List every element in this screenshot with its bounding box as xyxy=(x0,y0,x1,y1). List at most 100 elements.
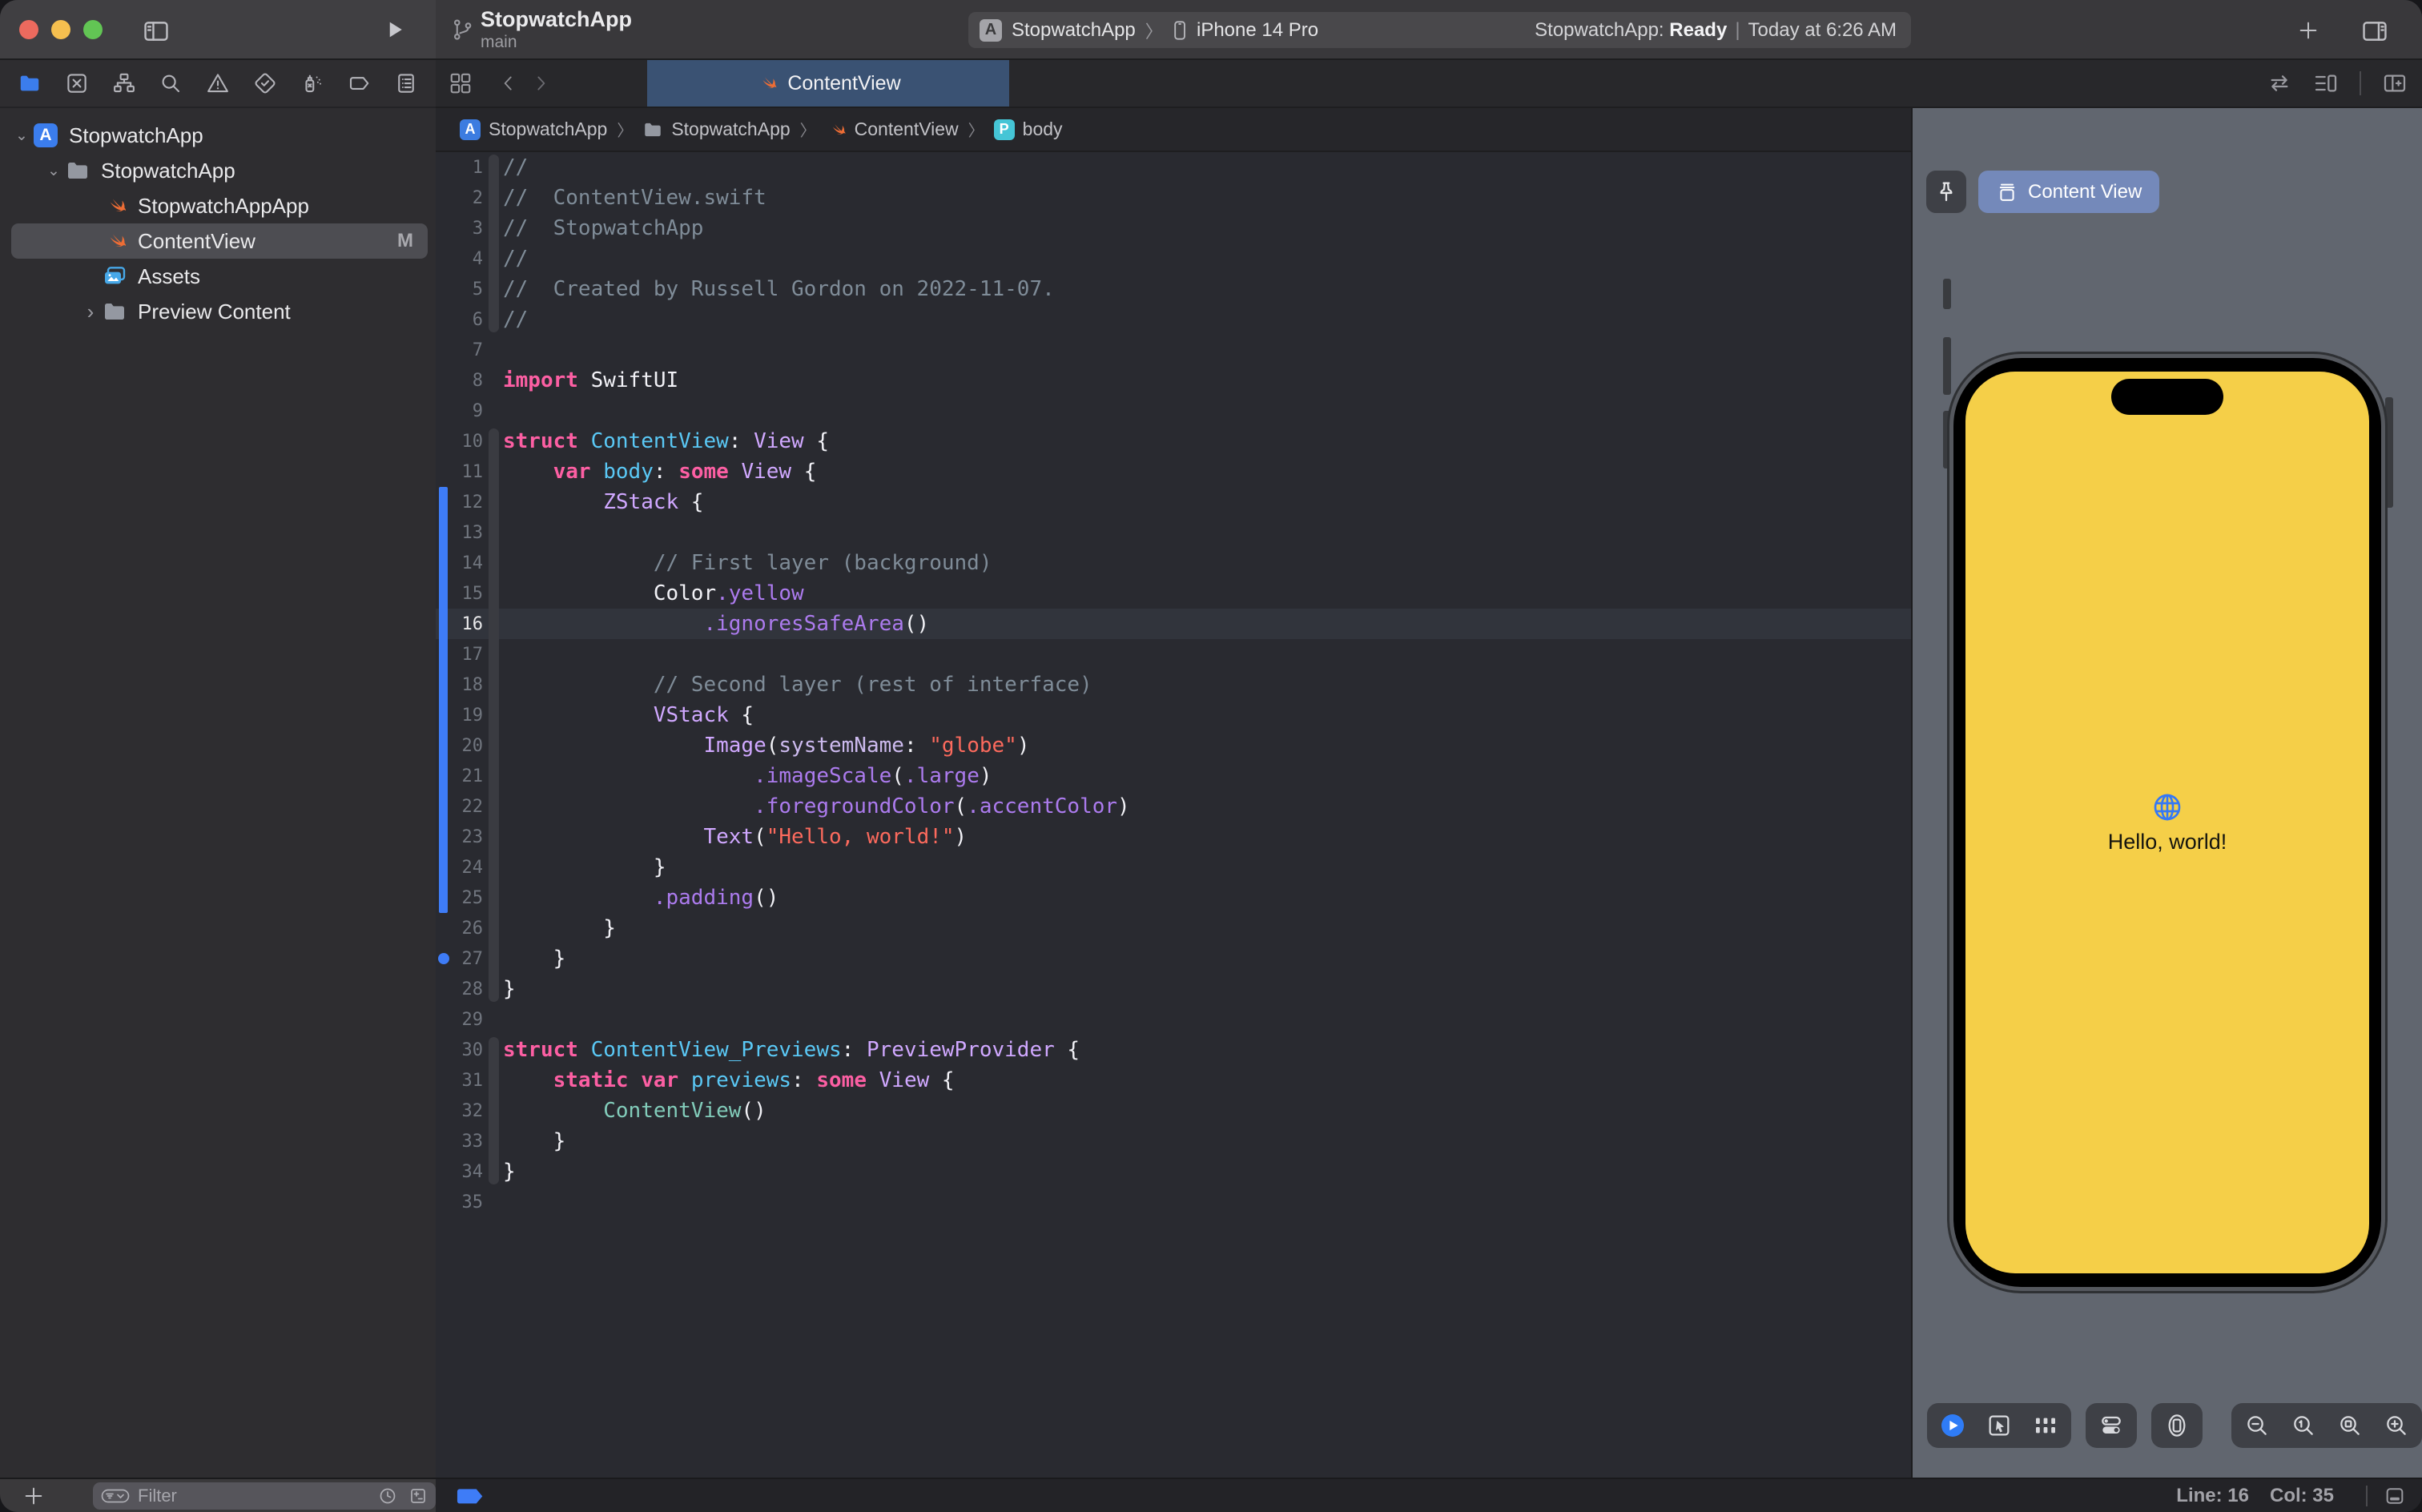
code-line-14[interactable]: 14 // First layer (background) xyxy=(436,548,1911,578)
scheme-name[interactable]: StopwatchApp xyxy=(1012,19,1136,42)
code-line-11[interactable]: 11 var body: some View { xyxy=(436,456,1911,487)
related-items-icon[interactable] xyxy=(449,71,473,95)
code-line-23[interactable]: 23 Text("Hello, world!") xyxy=(436,822,1911,852)
code-review-icon[interactable] xyxy=(2267,70,2292,96)
app-preview-screen[interactable]: Hello, world! xyxy=(1965,372,2369,1273)
add-editor-icon[interactable] xyxy=(2382,70,2408,96)
disclosure-down-icon[interactable]: ⌄ xyxy=(43,162,64,180)
navigator-tab-symbols-icon[interactable] xyxy=(111,70,138,97)
code-line-24[interactable]: 24 } xyxy=(436,852,1911,883)
code-line-33[interactable]: 33 } xyxy=(436,1126,1911,1156)
tree-item-stopwatchapp[interactable]: ⌄ StopwatchApp xyxy=(0,153,436,188)
navigator-tab-project-navigator-icon[interactable] xyxy=(16,70,43,97)
breadcrumb-stopwatchapp[interactable]: StopwatchApp xyxy=(642,119,791,140)
selectable-pointer-icon[interactable] xyxy=(1986,1413,2012,1438)
go-forward-icon[interactable] xyxy=(530,73,551,94)
code-line-27[interactable]: 27 } xyxy=(436,943,1911,974)
close-window-button[interactable] xyxy=(19,20,38,39)
live-preview-play-icon[interactable] xyxy=(1940,1413,1965,1438)
navigator-tab-issues-icon[interactable] xyxy=(204,70,231,97)
variants-grid-icon[interactable] xyxy=(2033,1413,2058,1438)
tree-item-stopwatchapp[interactable]: ⌄ A StopwatchApp xyxy=(0,118,436,153)
code-line-4[interactable]: 4 // xyxy=(436,243,1911,274)
adjust-editor-options-icon[interactable] xyxy=(2313,70,2339,96)
tree-item-contentview[interactable]: ContentView M xyxy=(0,223,436,259)
preview-tab-content-view[interactable]: Content View xyxy=(1978,171,2160,213)
toggle-inspector-icon[interactable] xyxy=(2361,18,2388,45)
code-line-13[interactable]: 13 xyxy=(436,517,1911,548)
filter-field[interactable]: Filter xyxy=(93,1482,436,1510)
code-line-35[interactable]: 35 xyxy=(436,1187,1911,1217)
source-editor[interactable]: 1 // 2 // ContentView.swift 3 // StopwatchApp… xyxy=(436,152,1911,1478)
tree-item-assets[interactable]: Assets xyxy=(0,259,436,294)
navigator-tab-breakpoints-icon[interactable] xyxy=(345,70,372,97)
breadcrumb-label: body xyxy=(1022,119,1063,139)
code-line-18[interactable]: 18 // Second layer (rest of interface) xyxy=(436,670,1911,700)
code-line-31[interactable]: 31 static var previews: some View { xyxy=(436,1065,1911,1096)
code-line-10[interactable]: 10 struct ContentView: View { xyxy=(436,426,1911,456)
tree-item-preview-content[interactable]: › Preview Content xyxy=(0,294,436,329)
toggle-bottom-bar-icon[interactable] xyxy=(2384,1485,2406,1507)
jump-bar: A StopwatchApp 〉 StopwatchApp 〉 ContentView 〉 P… xyxy=(436,108,1911,152)
navigator-tab-reports-icon[interactable] xyxy=(392,70,420,97)
code-line-30[interactable]: 30 struct ContentView_Previews: PreviewPr… xyxy=(436,1035,1911,1065)
zoom-in-icon[interactable] xyxy=(2384,1413,2409,1438)
code-line-20[interactable]: 20 Image(systemName: "globe") xyxy=(436,730,1911,761)
library-plus-icon[interactable] xyxy=(2297,19,2319,42)
device-settings-icon[interactable] xyxy=(2098,1413,2124,1438)
code-line-22[interactable]: 22 .foregroundColor(.accentColor) xyxy=(436,791,1911,822)
recent-files-clock-icon[interactable] xyxy=(378,1486,397,1506)
code-line-2[interactable]: 2 // ContentView.swift xyxy=(436,183,1911,213)
code-line-34[interactable]: 34} xyxy=(436,1156,1911,1187)
code-line-25[interactable]: 25 .padding() xyxy=(436,883,1911,913)
breadcrumb-contentview[interactable]: ContentView xyxy=(826,119,959,140)
add-file-icon[interactable] xyxy=(22,1485,45,1507)
zoom-window-button[interactable] xyxy=(83,20,103,39)
code-line-21[interactable]: 21 .imageScale(.large) xyxy=(436,761,1911,791)
breakpoint-tag-icon[interactable] xyxy=(457,1487,487,1506)
tree-item-stopwatchappapp[interactable]: StopwatchAppApp xyxy=(0,188,436,223)
tab-contentview[interactable]: ContentView xyxy=(647,60,1009,107)
folder-icon xyxy=(101,298,128,325)
code-line-8[interactable]: 8 import SwiftUI xyxy=(436,365,1911,396)
code-line-12[interactable]: 12 ZStack { xyxy=(436,487,1911,517)
navigator-tab-debug-icon[interactable] xyxy=(299,70,326,97)
breadcrumb-body[interactable]: Pbody xyxy=(993,119,1063,140)
zoom-actual-size-icon[interactable] xyxy=(2291,1413,2316,1438)
run-destination[interactable]: iPhone 14 Pro xyxy=(1197,19,1318,42)
run-button[interactable] xyxy=(383,18,407,42)
filter-options-icon[interactable] xyxy=(101,1486,130,1506)
pin-preview-button[interactable] xyxy=(1926,171,1966,213)
navigator-tab-source-control-icon[interactable] xyxy=(63,70,91,97)
code-line-32[interactable]: 32 ContentView() xyxy=(436,1096,1911,1126)
code-line-15[interactable]: 15 Color.yellow xyxy=(436,578,1911,609)
minimize-window-button[interactable] xyxy=(51,20,70,39)
tree-item-label: ContentView xyxy=(138,228,255,253)
code-line-5[interactable]: 5 // Created by Russell Gordon on 2022-11… xyxy=(436,274,1911,304)
code-line-28[interactable]: 28} xyxy=(436,974,1911,1004)
zoom-out-icon[interactable] xyxy=(2244,1413,2270,1438)
go-back-icon[interactable] xyxy=(498,73,519,94)
source-control-status-icon[interactable] xyxy=(408,1486,428,1506)
code-line-29[interactable]: 29 xyxy=(436,1004,1911,1035)
code-line-7[interactable]: 7 xyxy=(436,335,1911,365)
breadcrumb-stopwatchapp[interactable]: A StopwatchApp xyxy=(460,119,607,140)
code-line-26[interactable]: 26 } xyxy=(436,913,1911,943)
navigator-tab-search-icon[interactable] xyxy=(157,70,184,97)
phone-mute-switch xyxy=(1943,279,1951,309)
preview-on-device-icon[interactable] xyxy=(2164,1413,2190,1438)
scheme-and-activity-bar[interactable]: A StopwatchApp 〉 iPhone 14 Pro Stopwatch… xyxy=(968,12,1911,48)
code-line-9[interactable]: 9 xyxy=(436,396,1911,426)
zoom-to-fit-icon[interactable] xyxy=(2337,1413,2363,1438)
code-line-6[interactable]: 6 // xyxy=(436,304,1911,335)
code-line-19[interactable]: 19 VStack { xyxy=(436,700,1911,730)
toggle-navigator-icon[interactable] xyxy=(143,18,170,45)
breadcrumb-label: StopwatchApp xyxy=(489,119,608,139)
disclosure-down-icon[interactable]: ⌄ xyxy=(11,127,32,145)
navigator-tab-tests-icon[interactable] xyxy=(251,70,279,97)
code-line-17[interactable]: 17 xyxy=(436,639,1911,670)
code-line-3[interactable]: 3 // StopwatchApp xyxy=(436,213,1911,243)
disclosure-right-icon[interactable]: › xyxy=(80,301,101,322)
code-line-16[interactable]: 16 .ignoresSafeArea() xyxy=(436,609,1911,639)
code-line-1[interactable]: 1 // xyxy=(436,152,1911,183)
